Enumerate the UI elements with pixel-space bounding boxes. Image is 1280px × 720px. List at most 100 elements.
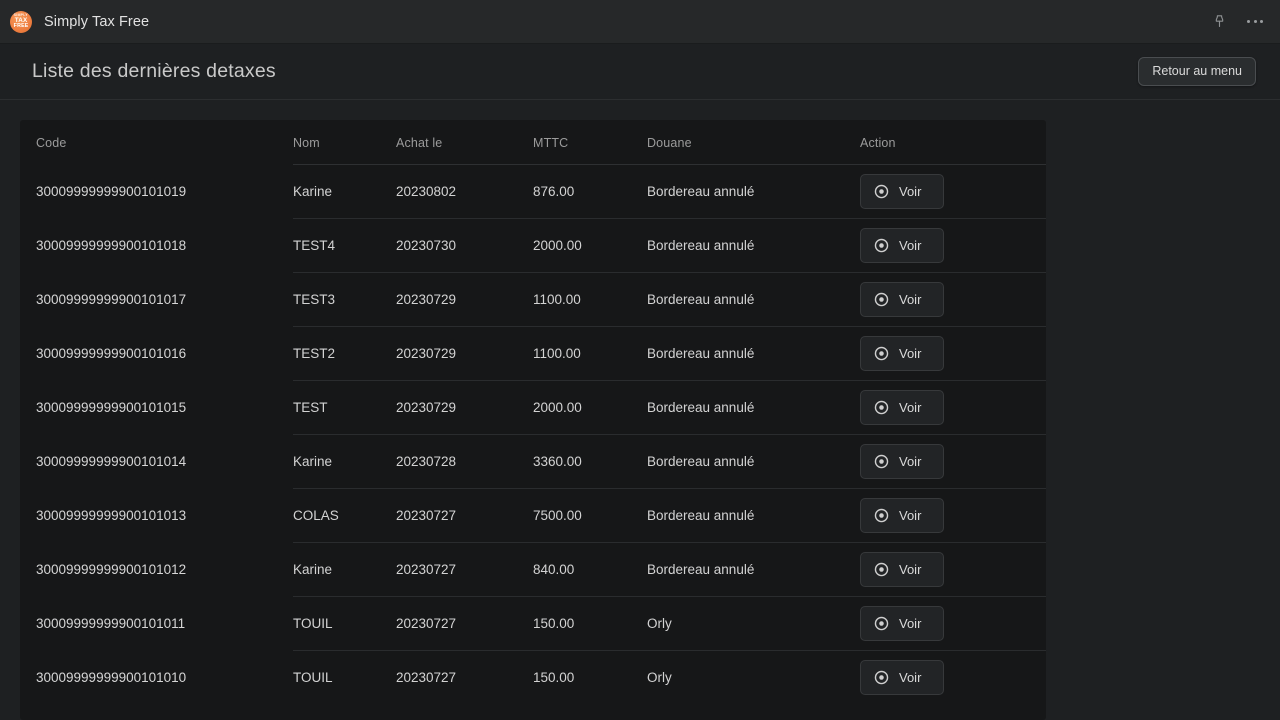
- cell-code: 30009999999900101019: [36, 184, 187, 199]
- eye-icon: [873, 669, 890, 686]
- cell-mttc: 876.00: [533, 164, 647, 219]
- column-header-nom[interactable]: Nom: [293, 120, 396, 165]
- eye-icon: [873, 183, 890, 200]
- eye-icon: [873, 291, 890, 308]
- view-button-label: Voir: [899, 670, 922, 685]
- cell-achat-le: 20230727: [396, 488, 533, 543]
- cell-douane: Bordereau annulé: [647, 434, 860, 489]
- cell-achat-le: 20230728: [396, 434, 533, 489]
- table-row[interactable]: 30009999999900101017 TEST3 20230729 1100.00…: [20, 272, 1046, 327]
- table-row[interactable]: 30009999999900101015 TEST 20230729 2000.00 B…: [20, 380, 1046, 435]
- ellipsis-glyph: [1247, 20, 1263, 23]
- table-body: 30009999999900101019 Karine 20230802 876.00…: [20, 164, 1046, 705]
- cell-douane: Bordereau annulé: [647, 380, 860, 435]
- titlebar-actions: [1208, 11, 1266, 33]
- cell-douane: Orly: [647, 670, 672, 685]
- cell-nom: COLAS: [293, 488, 396, 543]
- cell-mttc: 1100.00: [533, 326, 647, 381]
- cell-action: Voir: [860, 326, 1046, 381]
- cell-nom: Karine: [293, 434, 396, 489]
- view-button-label: Voir: [899, 454, 922, 469]
- view-button[interactable]: Voir: [860, 174, 944, 209]
- cell-code: 30009999999900101010: [36, 669, 187, 685]
- cell-action: Voir: [860, 542, 1046, 597]
- detaxes-table: Code Nom Achat le MTTC Douane Action 300…: [20, 120, 1046, 704]
- cell-mttc: 840.00: [533, 542, 647, 597]
- view-button[interactable]: Voir: [860, 498, 944, 533]
- view-button[interactable]: Voir: [860, 552, 944, 587]
- column-header-mttc[interactable]: MTTC: [533, 120, 647, 165]
- column-header-action: Action: [860, 120, 1046, 165]
- cell-douane: Bordereau annulé: [647, 326, 860, 381]
- cell-achat-le: 20230730: [396, 218, 533, 273]
- cell-achat-le: 20230729: [396, 380, 533, 435]
- view-button[interactable]: Voir: [860, 606, 944, 641]
- view-button-label: Voir: [899, 562, 922, 577]
- cell-mttc: 2000.00: [533, 380, 647, 435]
- view-button-label: Voir: [899, 238, 922, 253]
- view-button-label: Voir: [899, 616, 922, 631]
- eye-icon: [873, 453, 890, 470]
- cell-nom: Karine: [293, 164, 396, 219]
- view-button[interactable]: Voir: [860, 336, 944, 371]
- table-row[interactable]: 30009999999900101014 Karine 20230728 3360.0…: [20, 434, 1046, 489]
- cell-nom: TEST4: [293, 218, 396, 273]
- cell-nom: TEST3: [293, 272, 396, 327]
- cell-code: 30009999999900101013: [36, 508, 187, 523]
- app-logo-icon: SIMPLY TAX FREE: [10, 10, 32, 33]
- back-to-menu-button[interactable]: Retour au menu: [1138, 57, 1256, 86]
- view-button[interactable]: Voir: [860, 390, 944, 425]
- table-row[interactable]: 30009999999900101010 TOUIL 20230727 150.00 O…: [20, 651, 1046, 705]
- page-title: Liste des dernières detaxes: [32, 60, 276, 82]
- cell-code: 30009999999900101015: [36, 400, 187, 415]
- view-button[interactable]: Voir: [860, 228, 944, 263]
- page-header: Liste des dernières detaxes Retour au me…: [0, 44, 1280, 100]
- cell-achat-le: 20230727: [396, 542, 533, 597]
- view-button[interactable]: Voir: [860, 444, 944, 479]
- app-title: Simply Tax Free: [44, 13, 150, 30]
- cell-action: Voir: [860, 164, 1046, 219]
- view-button-label: Voir: [899, 346, 922, 361]
- pin-icon[interactable]: [1208, 11, 1230, 33]
- cell-mttc: 3360.00: [533, 434, 647, 489]
- cell-action: Voir: [860, 651, 1046, 705]
- cell-action: Voir: [860, 218, 1046, 273]
- table-row[interactable]: 30009999999900101011 TOUIL 20230727 150.00 O…: [20, 596, 1046, 651]
- cell-code: 30009999999900101018: [36, 238, 187, 253]
- eye-icon: [873, 561, 890, 578]
- cell-code: 30009999999900101012: [36, 562, 187, 577]
- eye-icon: [873, 507, 890, 524]
- table-row[interactable]: 30009999999900101012 Karine 20230727 840.00…: [20, 542, 1046, 597]
- view-button[interactable]: Voir: [860, 660, 944, 695]
- cell-code: 30009999999900101016: [36, 346, 187, 361]
- column-header-code[interactable]: Code: [20, 120, 293, 165]
- cell-achat-le: 20230727: [396, 596, 533, 651]
- column-header-achat-le[interactable]: Achat le: [396, 120, 533, 165]
- table-row[interactable]: 30009999999900101016 TEST2 20230729 1100.00…: [20, 326, 1046, 381]
- view-button-label: Voir: [899, 292, 922, 307]
- table-row[interactable]: 30009999999900101019 Karine 20230802 876.00…: [20, 164, 1046, 219]
- cell-action: Voir: [860, 596, 1046, 651]
- cell-douane: Bordereau annulé: [647, 488, 860, 543]
- cell-mttc: 7500.00: [533, 488, 647, 543]
- cell-achat-le: 20230729: [396, 326, 533, 381]
- cell-nom: TOUIL: [293, 596, 396, 651]
- column-header-douane[interactable]: Douane: [647, 120, 860, 165]
- logo-line-3: FREE: [13, 22, 29, 29]
- table-row[interactable]: 30009999999900101018 TEST4 20230730 2000.00…: [20, 218, 1046, 273]
- cell-nom: TEST: [293, 380, 396, 435]
- eye-icon: [873, 345, 890, 362]
- cell-achat-le: 20230727: [396, 670, 457, 685]
- view-button[interactable]: Voir: [860, 282, 944, 317]
- more-options-icon[interactable]: [1244, 11, 1266, 33]
- cell-nom: TEST2: [293, 326, 396, 381]
- table-row[interactable]: 30009999999900101013 COLAS 20230727 7500.00…: [20, 488, 1046, 543]
- cell-action: Voir: [860, 272, 1046, 327]
- eye-icon: [873, 237, 890, 254]
- window-titlebar: SIMPLY TAX FREE Simply Tax Free: [0, 0, 1280, 44]
- cell-mttc: 1100.00: [533, 272, 647, 327]
- cell-douane: Orly: [647, 596, 860, 651]
- cell-action: Voir: [860, 434, 1046, 489]
- cell-action: Voir: [860, 380, 1046, 435]
- view-button-label: Voir: [899, 184, 922, 199]
